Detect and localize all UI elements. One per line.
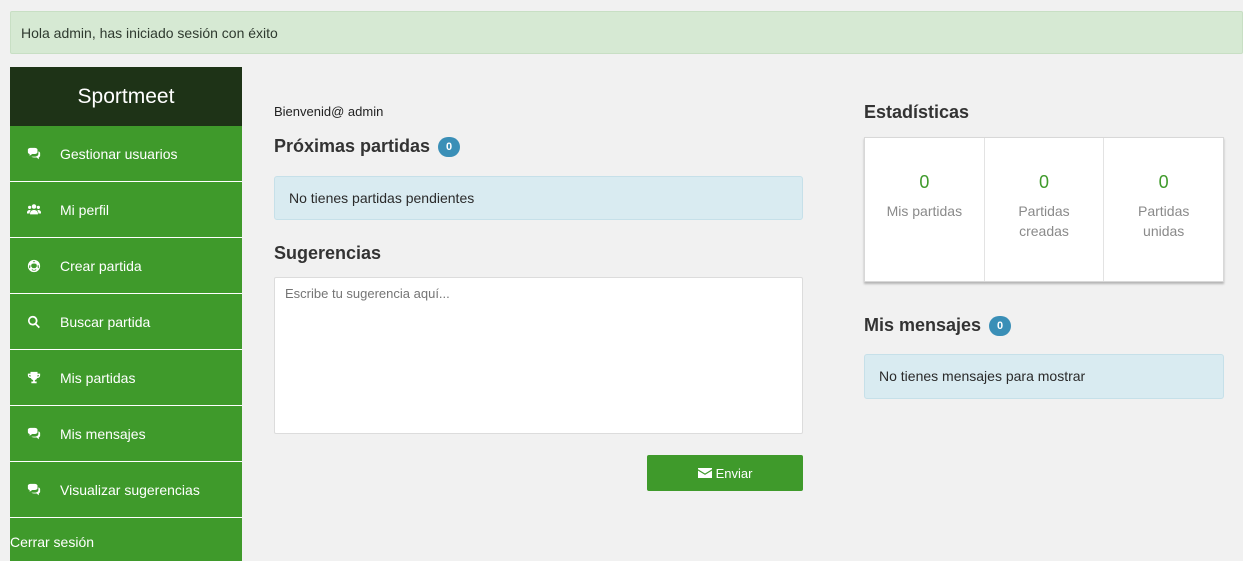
sidebar-item-label: Gestionar usuarios xyxy=(60,145,178,162)
no-messages-alert: No tienes mensajes para mostrar xyxy=(864,354,1224,399)
messages-heading: Mis mensajes 0 xyxy=(864,315,1012,336)
sidebar-item-visualizar-sugerencias[interactable]: Visualizar sugerencias xyxy=(10,462,242,518)
suggestion-input[interactable] xyxy=(274,277,803,434)
no-messages-text: No tienes mensajes para mostrar xyxy=(879,368,1086,384)
stat-value: 0 xyxy=(1158,172,1169,192)
comments-icon xyxy=(26,482,42,498)
soccer-ball-icon xyxy=(26,258,42,274)
suggestions-heading: Sugerencias xyxy=(274,243,382,263)
stat-partidas-creadas: 0 Partidas creadas xyxy=(985,138,1105,281)
sidebar-item-label: Crear partida xyxy=(60,257,142,274)
pending-matches-alert: No tienes partidas pendientes xyxy=(274,176,803,220)
messages-title: Mis mensajes xyxy=(864,315,982,335)
upcoming-count-badge: 0 xyxy=(438,136,461,157)
stats-panel: 0 Mis partidas 0 Partidas creadas 0 Part… xyxy=(864,137,1224,282)
sidebar-item-mis-mensajes[interactable]: Mis mensajes xyxy=(10,406,242,462)
sidebar: Sportmeet Gestionar usuarios Mi perfil C… xyxy=(10,67,242,561)
sidebar-item-label: Visualizar sugerencias xyxy=(60,481,200,498)
trophy-icon xyxy=(26,370,42,386)
brand-title: Sportmeet xyxy=(10,67,242,126)
login-success-alert: Hola admin, has iniciado sesión con éxit… xyxy=(10,11,1243,54)
stat-partidas-unidas: 0 Partidas unidas xyxy=(1104,138,1223,281)
users-icon xyxy=(26,202,42,218)
stat-label: Mis partidas xyxy=(886,203,963,219)
upcoming-matches-title: Próximas partidas xyxy=(274,136,431,156)
sidebar-item-label: Mis partidas xyxy=(60,369,136,386)
messages-count-badge: 0 xyxy=(989,315,1012,336)
sidebar-item-mis-partidas[interactable]: Mis partidas xyxy=(10,350,242,406)
sidebar-item-label: Buscar partida xyxy=(60,313,151,330)
search-icon xyxy=(26,314,42,330)
alert-text: Hola admin, has iniciado sesión con éxit… xyxy=(21,25,278,41)
stats-heading: Estadísticas xyxy=(864,102,970,122)
welcome-text: Bienvenid@ admin xyxy=(274,104,384,119)
envelope-icon xyxy=(697,468,712,478)
stat-value: 0 xyxy=(1039,172,1050,192)
sidebar-item-mi-perfil[interactable]: Mi perfil xyxy=(10,182,242,238)
stat-label: Partidas creadas xyxy=(1018,203,1070,239)
comments-icon xyxy=(26,426,42,442)
upcoming-matches-heading: Próximas partidas 0 xyxy=(274,136,461,157)
sidebar-item-label: Mi perfil xyxy=(60,201,110,218)
send-button[interactable]: Enviar xyxy=(647,455,803,491)
sidebar-item-buscar-partida[interactable]: Buscar partida xyxy=(10,294,242,350)
logout-label: Cerrar sesión xyxy=(10,534,95,550)
stat-label: Partidas unidas xyxy=(1138,203,1190,239)
send-button-label: Enviar xyxy=(715,465,753,481)
sidebar-item-gestionar-usuarios[interactable]: Gestionar usuarios xyxy=(10,126,242,182)
comments-icon xyxy=(26,146,42,162)
logout-link[interactable]: Cerrar sesión xyxy=(10,518,242,561)
stat-value: 0 xyxy=(919,172,930,192)
stat-mis-partidas: 0 Mis partidas xyxy=(865,138,985,281)
pending-matches-text: No tienes partidas pendientes xyxy=(289,190,475,206)
sidebar-item-label: Mis mensajes xyxy=(60,425,146,442)
sidebar-item-crear-partida[interactable]: Crear partida xyxy=(10,238,242,294)
